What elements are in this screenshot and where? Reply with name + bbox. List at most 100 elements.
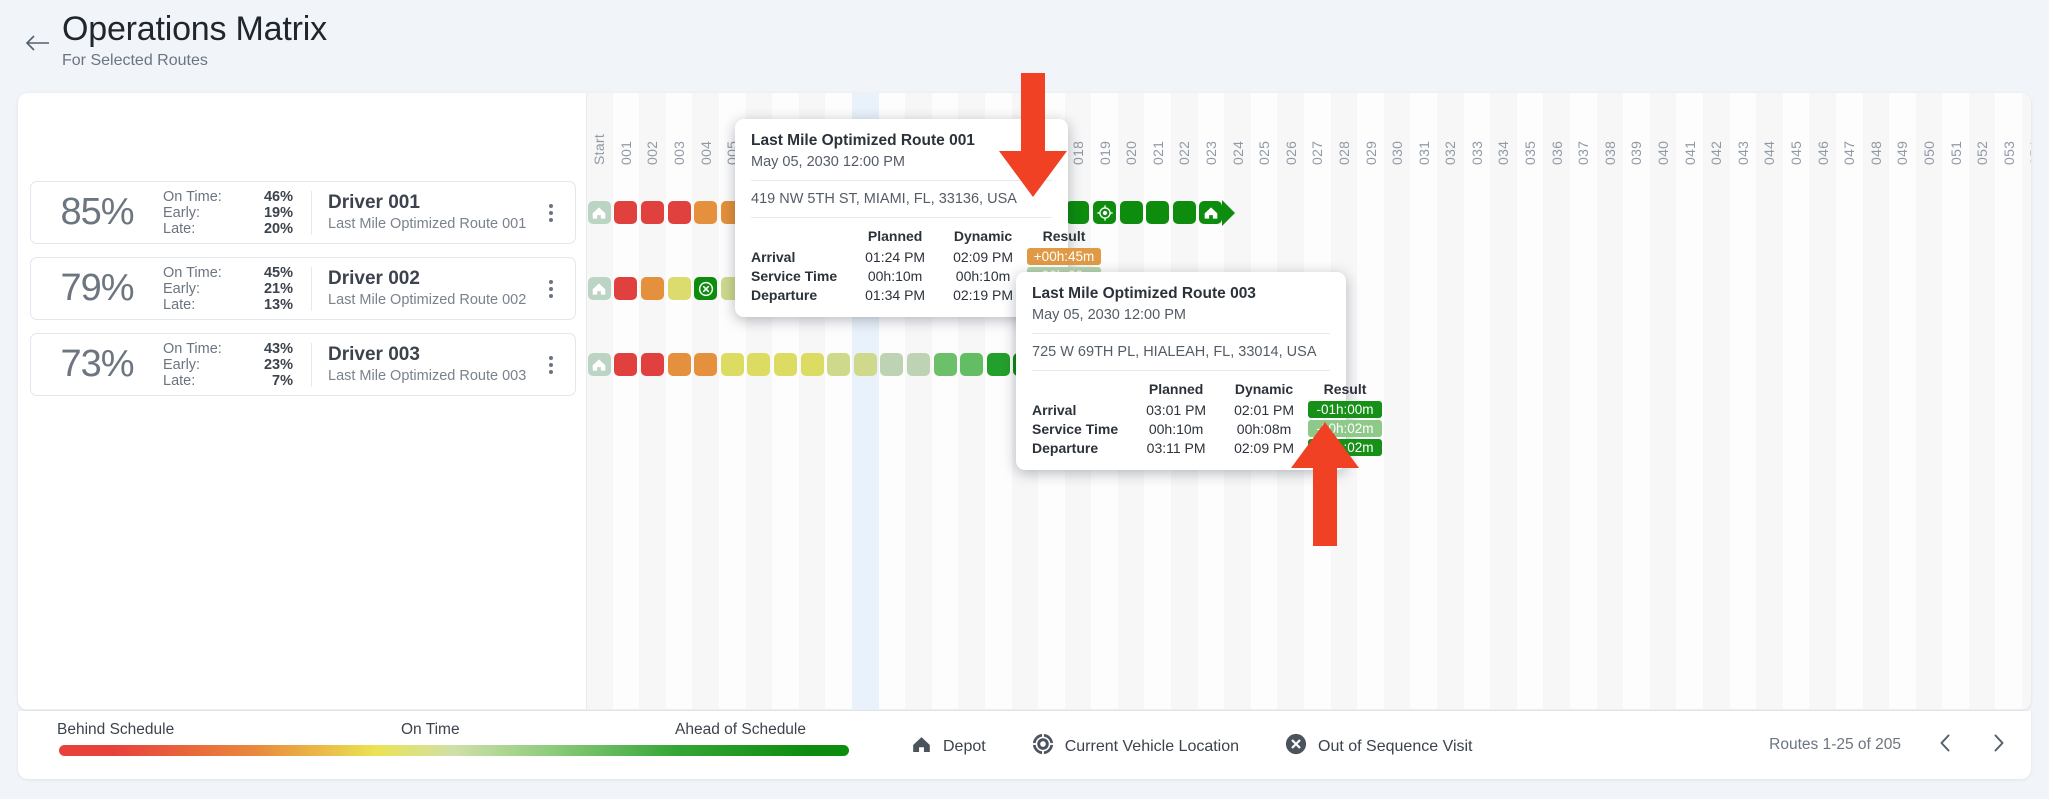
stop-cell-out-of-sequence[interactable]: [694, 277, 718, 300]
stop-cell[interactable]: [906, 353, 930, 376]
row-menu-button[interactable]: [539, 275, 563, 303]
stop-cell-depot-home[interactable]: [587, 353, 611, 376]
tooltip-address: 725 W 69TH PL, HIALEAH, FL, 33014, USA: [1032, 344, 1317, 360]
route-name: Last Mile Optimized Route 001: [328, 216, 527, 232]
stop-cell-wrapper: [639, 353, 666, 376]
tooltip-result-cell: -01h:00m: [1308, 400, 1383, 419]
stop-cell-wrapper: [932, 353, 959, 376]
stop-cell[interactable]: [960, 353, 984, 376]
route-summary-panel[interactable]: 85% On Time: 46% Early: 19% Late: 20% Driver 00…: [30, 181, 576, 244]
tooltip-planned-value: 03:01 PM: [1146, 401, 1207, 418]
stop-cell-wrapper: [692, 353, 719, 376]
back-button[interactable]: [22, 28, 52, 58]
route-summary-panel[interactable]: 73% On Time: 43% Early: 23% Late: 7% Driver 003…: [30, 333, 576, 396]
status-badge: +00h:45m: [1027, 248, 1102, 265]
route-stats: On Time: 45% Early: 21% Late: 13%: [163, 265, 293, 313]
stop-cell-current-vehicle-location[interactable]: [1093, 201, 1117, 224]
stop-cell[interactable]: [640, 277, 664, 300]
route-stats: On Time: 46% Early: 19% Late: 20%: [163, 189, 293, 237]
route-summary-panel[interactable]: 79% On Time: 45% Early: 21% Late: 13% Driver 00…: [30, 257, 576, 320]
stat-label-on-time: On Time:: [163, 340, 222, 357]
operations-matrix-page: Operations Matrix For Selected Routes St…: [0, 0, 2049, 799]
depot-home-icon: [911, 734, 932, 760]
tooltip-planned-value: 03:11 PM: [1146, 439, 1206, 456]
stop-cell[interactable]: [720, 353, 744, 376]
stop-cell[interactable]: [1119, 201, 1143, 224]
stop-cell-wrapper: [1118, 201, 1145, 224]
tooltip-row-label: Departure: [751, 286, 818, 303]
tooltip-dynamic-value: 02:01 PM: [1234, 401, 1295, 418]
stop-cell[interactable]: [986, 353, 1010, 376]
tooltip-col-header: Planned: [867, 228, 923, 244]
driver-name: Driver 002: [328, 268, 420, 289]
stat-label-late: Late:: [163, 372, 196, 389]
stop-cell[interactable]: [640, 201, 664, 224]
driver-name: Driver 003: [328, 344, 420, 365]
stop-cell[interactable]: [800, 353, 824, 376]
tooltip-row: Arrival 03:01 PM 02:01 PM -01h:00m: [1032, 400, 1383, 419]
route-name: Last Mile Optimized Route 003: [328, 368, 527, 384]
tooltip-row-label: Arrival: [751, 248, 796, 265]
tooltip-col-header: Result: [1042, 228, 1086, 244]
stop-cell[interactable]: [640, 353, 664, 376]
stop-cell[interactable]: [773, 353, 797, 376]
stop-cell[interactable]: [880, 353, 904, 376]
stat-value-early: 19%: [263, 204, 293, 221]
stop-cell[interactable]: [1146, 201, 1170, 224]
stop-cell[interactable]: [614, 277, 638, 300]
stop-cell-wrapper: [825, 353, 852, 376]
pagination-prev-button[interactable]: [1935, 734, 1955, 756]
stop-cell[interactable]: [667, 353, 691, 376]
stop-cell[interactable]: [667, 201, 691, 224]
stop-cell-depot-home[interactable]: [587, 277, 611, 300]
stop-cell[interactable]: [827, 353, 851, 376]
stop-cell[interactable]: [853, 353, 877, 376]
row-menu-button[interactable]: [539, 351, 563, 379]
row-menu-button[interactable]: [539, 199, 563, 227]
scale-label-on-time: On Time: [401, 721, 460, 738]
legend-item-out-of-sequence: Out of Sequence Visit: [1285, 733, 1473, 760]
stop-cell[interactable]: [694, 201, 718, 224]
schedule-scale-legend: Behind Schedule On Time Ahead of Schedul…: [41, 721, 849, 756]
stop-cell[interactable]: [1066, 201, 1090, 224]
chevron-right-icon: [1993, 734, 2005, 757]
divider: [1032, 370, 1330, 371]
stop-cell[interactable]: [694, 353, 718, 376]
stop-cell[interactable]: [667, 277, 691, 300]
stat-label-early: Early:: [163, 280, 201, 297]
pagination-next-button[interactable]: [1989, 734, 2009, 756]
stop-cell-wrapper: [985, 353, 1012, 376]
stop-cell[interactable]: [933, 353, 957, 376]
title-block: Operations Matrix For Selected Routes: [62, 8, 327, 71]
stop-cell[interactable]: [747, 353, 771, 376]
stop-cell[interactable]: [614, 201, 638, 224]
stop-cell-wrapper: [1144, 201, 1171, 224]
tooltip-col-header: Dynamic: [953, 228, 1013, 244]
stat-value-early: 23%: [263, 356, 293, 373]
stop-cell-depot-home[interactable]: [1199, 201, 1223, 224]
tooltip-planned-value: 01:24 PM: [865, 248, 926, 265]
stop-cell-wrapper: [613, 201, 640, 224]
stat-value-on-time: 43%: [263, 340, 293, 357]
page-title: Operations Matrix: [62, 10, 327, 48]
tooltip-dynamic-value: 02:09 PM: [953, 248, 1014, 265]
stop-cell-wrapper: [958, 353, 985, 376]
stop-cell-wrapper: [692, 277, 719, 300]
arrow-down-annotation: [997, 73, 1069, 203]
legend-item-current-vehicle-location: Current Vehicle Location: [1032, 733, 1239, 760]
pagination: Routes 1-25 of 205: [1769, 734, 2009, 756]
stop-cell-wrapper: [905, 353, 932, 376]
legend-item-depot: Depot: [911, 734, 986, 760]
stop-cell-depot-home[interactable]: [587, 201, 611, 224]
stat-label-on-time: On Time:: [163, 188, 222, 205]
stat-label-early: Early:: [163, 204, 201, 221]
arrow-left-icon: [24, 33, 50, 53]
stop-cell-wrapper: [852, 353, 879, 376]
stop-cell[interactable]: [1172, 201, 1196, 224]
icon-legend: Depot Current Vehicle Location Out of Se…: [911, 733, 1473, 760]
out-of-sequence-icon: [1285, 733, 1307, 760]
stop-cell-wrapper: [772, 353, 799, 376]
stat-label-early: Early:: [163, 356, 201, 373]
stop-cell-wrapper: [746, 353, 773, 376]
stop-cell[interactable]: [614, 353, 638, 376]
